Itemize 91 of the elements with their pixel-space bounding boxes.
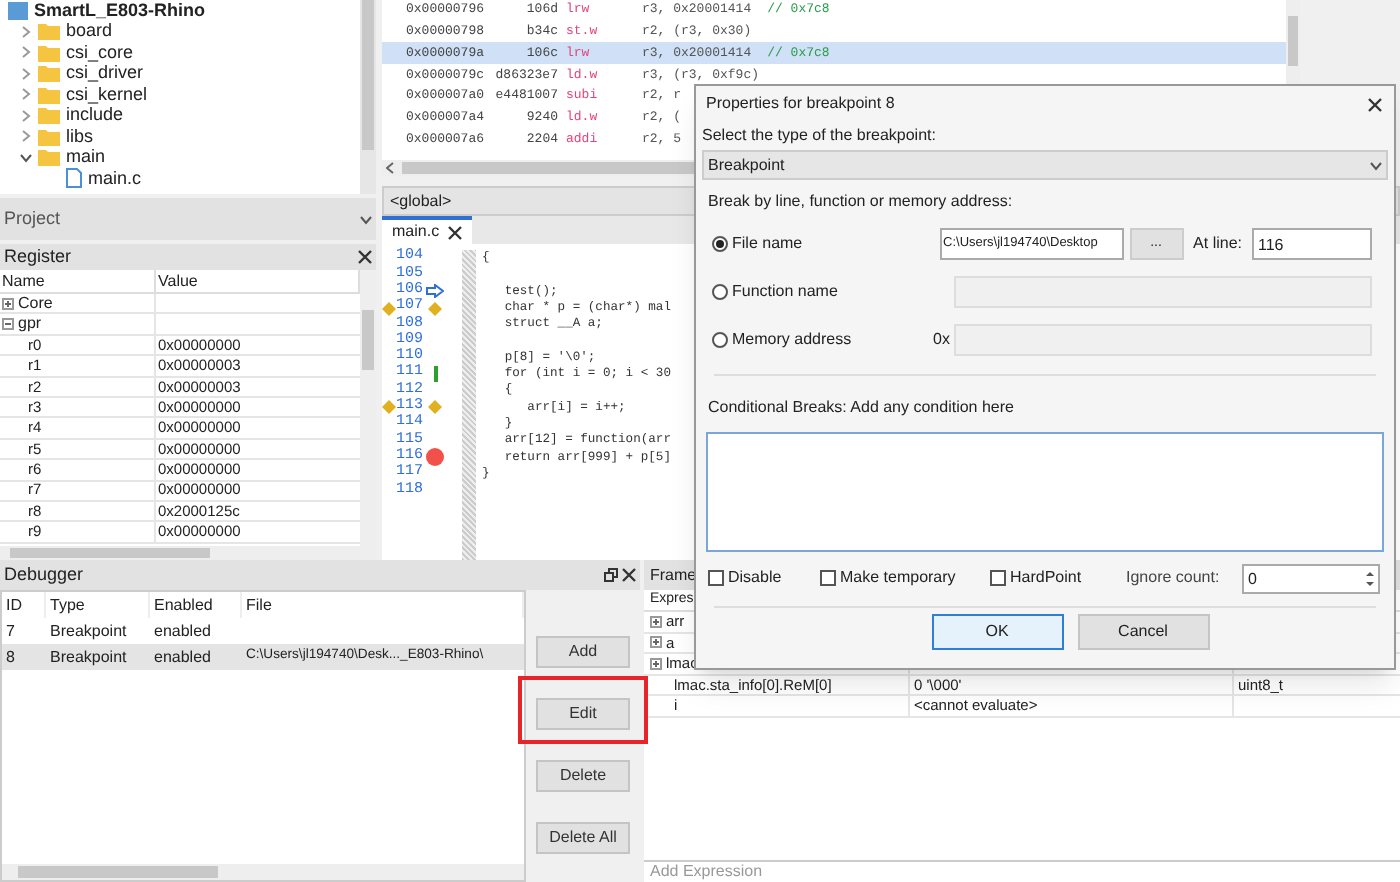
breakpoint-icon[interactable] (426, 448, 444, 467)
chevron-down-icon[interactable] (20, 151, 32, 164)
field-label: Ignore count: (1126, 566, 1222, 590)
section-label: Conditional Breaks: Add any condition here (706, 396, 1016, 420)
column-header[interactable]: Name (0, 270, 156, 294)
scrollbar[interactable] (360, 0, 376, 194)
bookmark-icon (428, 400, 442, 415)
expand-icon[interactable] (2, 297, 14, 310)
folder-icon (38, 43, 60, 62)
radio-button[interactable] (712, 284, 728, 300)
field-label: At line: (1193, 232, 1242, 256)
debugger-button[interactable]: Delete All (536, 822, 630, 854)
tree-item[interactable]: csi_driver (66, 64, 144, 83)
bookmark-icon (382, 301, 396, 316)
checkbox[interactable] (820, 570, 836, 586)
breakpoint-type-select[interactable]: Breakpoint (702, 150, 1388, 180)
option-label[interactable]: File name (732, 232, 803, 256)
debugger-button[interactable]: Add (536, 636, 630, 668)
radio-button[interactable] (712, 236, 728, 252)
tree-item[interactable]: board (66, 22, 113, 41)
condition-field[interactable] (706, 432, 1384, 552)
section-label: Break by line, function or memory address: (706, 190, 1015, 214)
folder-icon (38, 22, 60, 41)
chevron-right-icon[interactable] (20, 46, 32, 59)
register-group[interactable]: gpr (18, 316, 42, 333)
folder-icon (38, 148, 60, 167)
line-field[interactable]: 116 (1252, 228, 1372, 260)
project-icon (8, 1, 28, 20)
current-line-arrow-icon (426, 284, 444, 299)
tree-item[interactable]: include (66, 106, 124, 125)
checkbox-label[interactable]: Make temporary (840, 566, 956, 590)
chevron-down-icon[interactable] (1370, 159, 1382, 171)
scrollbar[interactable] (0, 546, 376, 560)
scrollbar[interactable] (360, 270, 376, 546)
dialog-button[interactable]: Cancel (1077, 614, 1209, 650)
close-icon[interactable] (1368, 97, 1382, 111)
debugger-button[interactable]: Delete (536, 760, 630, 792)
column-header[interactable]: File (242, 592, 524, 618)
option-label[interactable]: Memory address (732, 328, 852, 352)
dialog-button[interactable]: OK (931, 614, 1063, 650)
panel-title: Debugger (4, 561, 84, 588)
tree-item[interactable]: libs (66, 127, 94, 146)
column-header[interactable]: Enabled (150, 592, 242, 618)
column-header[interactable]: ID (2, 592, 46, 618)
close-icon[interactable] (622, 568, 636, 582)
chevron-right-icon[interactable] (20, 109, 32, 122)
checkbox[interactable] (708, 570, 724, 586)
chevron-right-icon[interactable] (20, 88, 32, 101)
radio-button[interactable] (712, 332, 728, 348)
breakpoint-row[interactable]: 7 Breakpoint enabled (2, 618, 524, 644)
tree-item[interactable]: main (66, 148, 106, 167)
folder-icon (38, 64, 60, 83)
register-group[interactable]: Core (18, 295, 53, 312)
field-label: Select the type of the breakpoint: (702, 124, 938, 148)
chevron-right-icon[interactable] (20, 67, 32, 80)
add-expression-field[interactable]: Add Expression (644, 860, 1400, 882)
editor-tab[interactable]: main.c (382, 216, 472, 244)
dialog-title: Properties for breakpoint 8 (706, 92, 895, 116)
folder-icon (38, 127, 60, 146)
close-icon[interactable] (358, 250, 372, 264)
chevron-right-icon[interactable] (20, 25, 32, 38)
close-icon[interactable] (447, 225, 462, 239)
collapse-icon[interactable] (2, 318, 14, 331)
panel-title: Register (4, 243, 72, 270)
folder-icon (38, 106, 60, 125)
scroll-left-icon[interactable] (386, 162, 394, 174)
column-header[interactable]: Type (46, 592, 150, 618)
file-icon (66, 168, 82, 189)
checkbox-label[interactable]: Disable (728, 566, 782, 590)
checkbox-label[interactable]: HardPoint (1010, 566, 1082, 590)
chevron-right-icon[interactable] (20, 130, 32, 143)
tree-item[interactable]: csi_core (66, 43, 134, 62)
debugger-button[interactable]: Edit (536, 698, 630, 730)
scrollbar[interactable] (2, 864, 524, 880)
checkbox[interactable] (990, 570, 1006, 586)
field-label: 0x (933, 328, 950, 352)
expand-icon[interactable] (650, 615, 662, 628)
option-label[interactable]: Function name (732, 280, 838, 304)
expand-icon[interactable] (650, 657, 662, 670)
ignore-count-spinner[interactable]: 0 (1242, 563, 1380, 593)
tree-item[interactable]: main.c (88, 169, 142, 188)
tree-item[interactable]: csi_kernel (66, 85, 148, 104)
panel-title[interactable]: Project (4, 205, 61, 233)
chevron-down-icon[interactable] (360, 213, 372, 225)
expand-icon[interactable] (650, 636, 662, 649)
panel-tab[interactable]: Frame (650, 563, 697, 587)
float-icon[interactable] (604, 568, 618, 582)
tree-item[interactable]: SmartL_E803-Rhino (34, 1, 206, 20)
bookmark-icon (428, 301, 442, 316)
folder-icon (38, 85, 60, 104)
bookmark-icon (382, 400, 396, 415)
